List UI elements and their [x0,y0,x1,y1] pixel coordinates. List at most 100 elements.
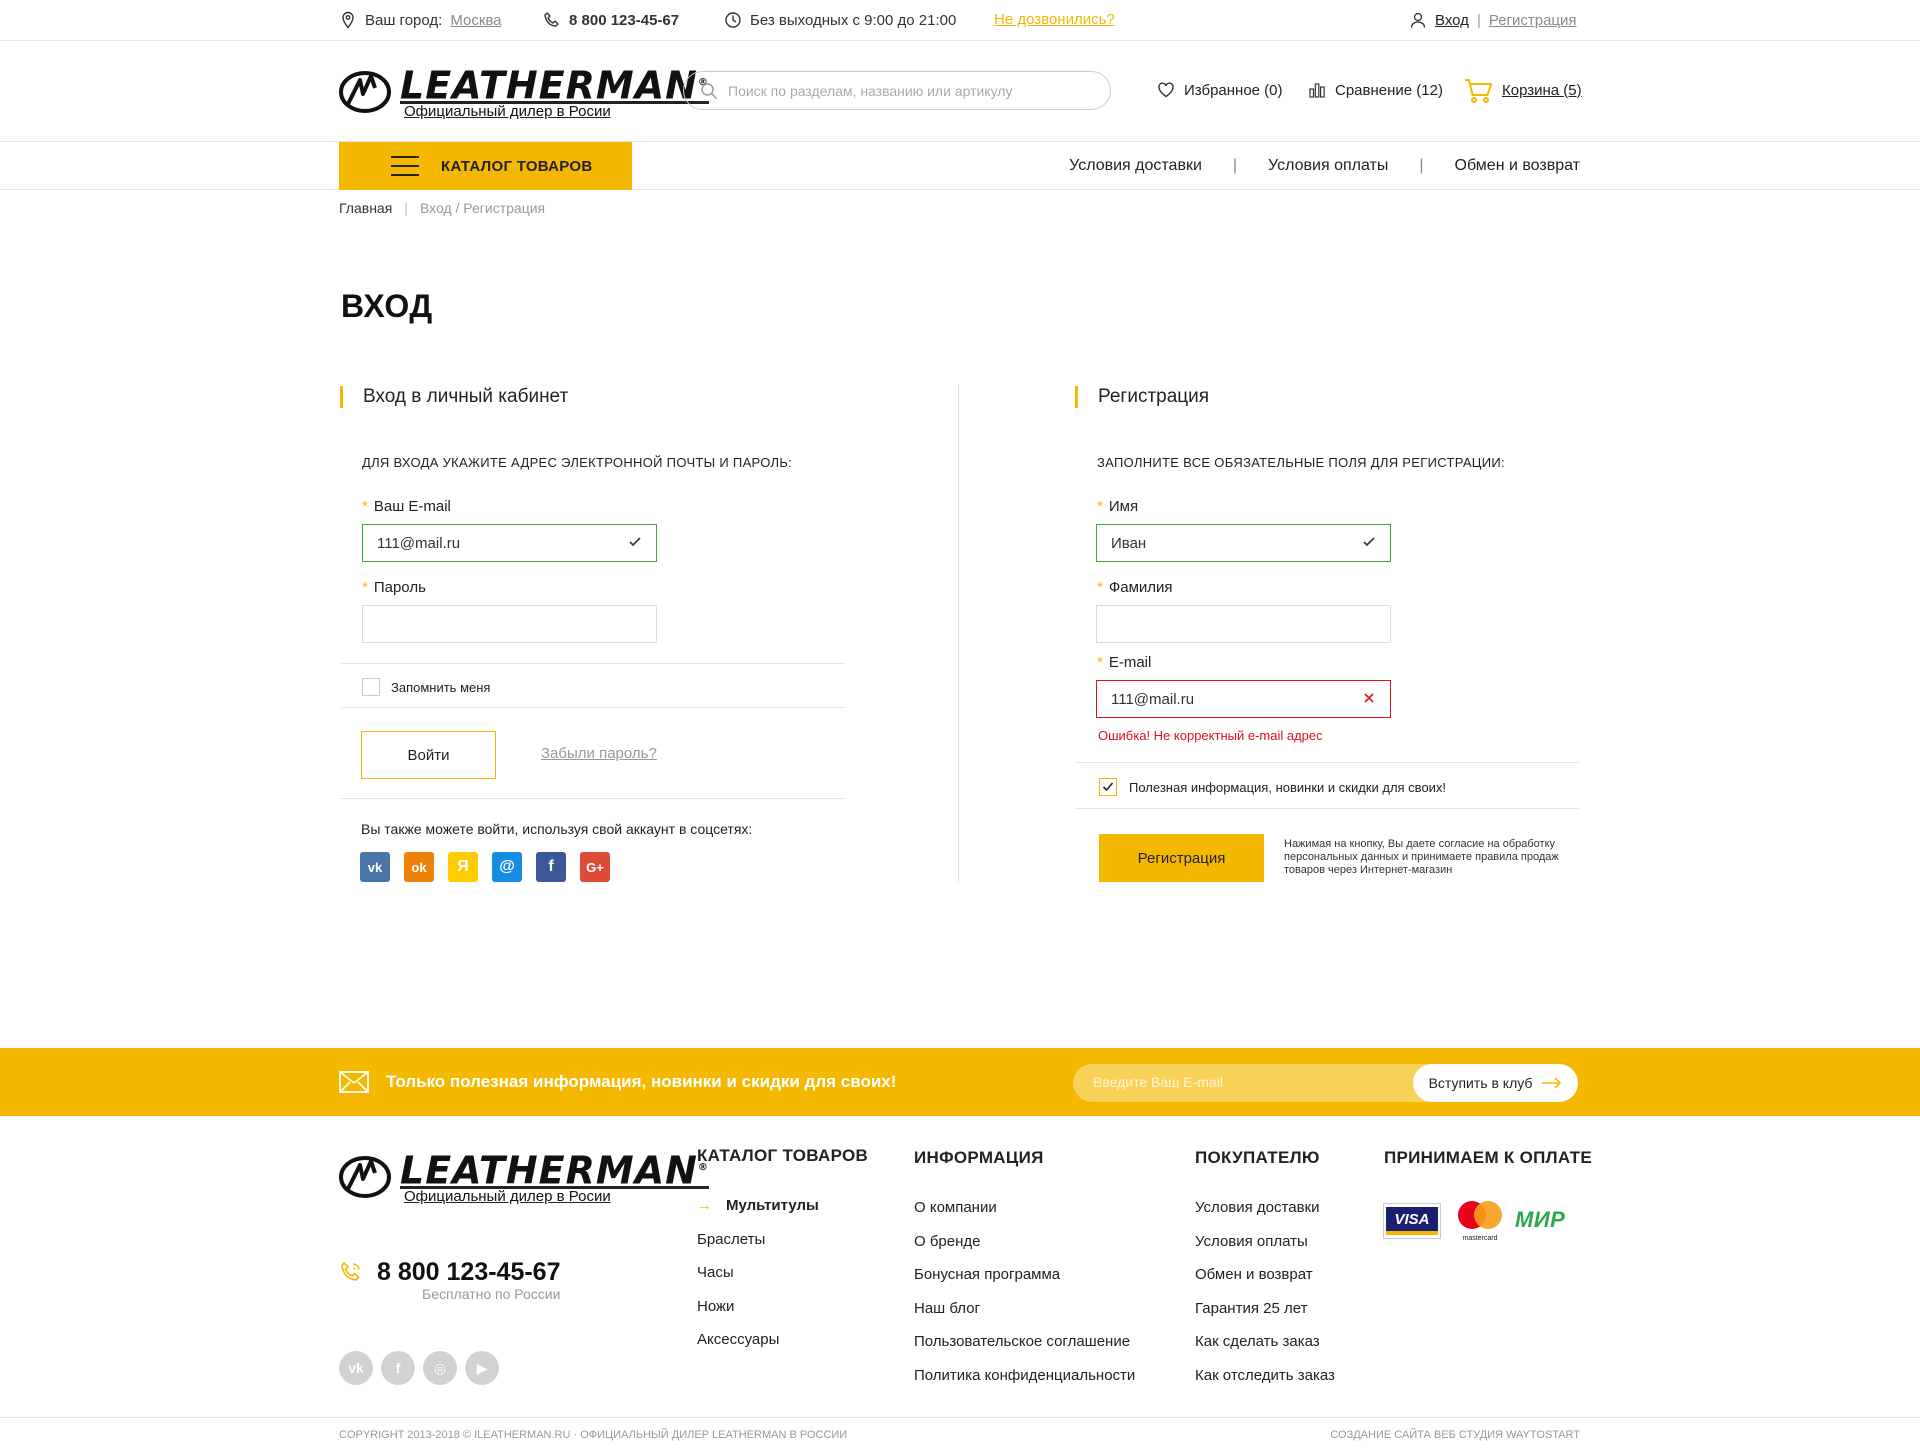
footer-info-link[interactable]: Бонусная программа [914,1266,1060,1283]
work-hours: Без выходных с 9:00 до 21:00 [724,11,956,29]
newsletter-email-input[interactable] [1093,1074,1393,1090]
divider [1075,808,1579,809]
odnoklassniki-icon[interactable]: ok [404,852,434,882]
required-mark: * [362,579,368,596]
footer-buyer-link[interactable]: Обмен и возврат [1195,1266,1313,1283]
login-password-label-text: Пароль [373,579,426,596]
footer-catalog-link[interactable]: Часы [697,1264,734,1281]
logo-wordmark: LEATHERMAN [400,63,698,108]
login-email-label: * Ваш E-mail [362,498,451,515]
favorites-label: Избранное (0) [1184,81,1283,99]
nav-separator: | [1419,157,1424,174]
register-submit-button[interactable]: Регистрация [1099,834,1264,882]
breadcrumb-home[interactable]: Главная [339,200,392,216]
register-name-input[interactable] [1111,534,1351,552]
copyright-text: COPYRIGHT 2013-2018 © ILEATHERMAN.RU · О… [339,1429,848,1441]
vk-icon[interactable]: vk [339,1351,373,1385]
footer-info-link[interactable]: Политика конфиденциальности [914,1367,1135,1384]
favorites-link[interactable]: Избранное (0) [1157,81,1283,99]
info-nav: Условия доставки | Условия оплаты | Обме… [1069,142,1580,190]
newsletter-band: Только полезная информация, новинки и ск… [0,1048,1920,1116]
footer-catalog-link[interactable]: Браслеты [697,1231,765,1248]
main-nav: КАТАЛОГ ТОВАРОВ Условия доставки | Услов… [0,142,1920,190]
youtube-icon[interactable]: ▶ [465,1351,499,1385]
footer-info-link[interactable]: О компании [914,1199,997,1216]
cart-link[interactable]: Корзина (5) [1463,75,1582,105]
social-login-hint: Вы также можете войти, используя свой ак… [361,821,753,837]
login-password-input[interactable] [377,615,617,633]
footer-info-title: ИНФОРМАЦИЯ [914,1148,1044,1167]
nav-delivery[interactable]: Условия доставки [1069,157,1202,175]
footer-phone[interactable]: 8 800 123-45-67 [377,1258,560,1287]
nav-payment[interactable]: Условия оплаты [1268,157,1388,175]
newsletter-form: Вступить в клуб [1073,1064,1578,1102]
top-phone[interactable]: 8 800 123-45-67 [543,11,679,29]
footer-buyer-title: ПОКУПАТЕЛЮ [1195,1148,1320,1167]
breadcrumb-separator: | [404,200,408,216]
city-label: Ваш город: [365,11,443,29]
mastercard-logo: mastercard [1453,1200,1507,1242]
instagram-icon[interactable]: ◎ [423,1351,457,1385]
error-cross-icon [1364,693,1374,703]
search-icon[interactable] [700,82,718,100]
heart-icon [1158,82,1174,98]
footer-info-link[interactable]: Пользовательское соглашение [914,1333,1130,1350]
forgot-password-link[interactable]: Забыли пароль? [541,745,657,762]
nav-returns[interactable]: Обмен и возврат [1455,157,1580,175]
google-plus-icon[interactable]: G+ [580,852,610,882]
login-email-field [362,524,657,562]
login-email-input[interactable] [377,534,617,552]
page-title: ВХОД [341,288,433,324]
join-club-button[interactable]: Вступить в клуб [1413,1064,1578,1102]
callback-link[interactable]: Не дозвонились? [994,11,1115,28]
compare-link[interactable]: Сравнение (12) [1308,81,1443,99]
vk-icon[interactable]: vk [360,852,390,882]
remember-me-checkbox[interactable] [362,678,380,696]
register-name-field [1096,524,1391,562]
footer-catalog-link[interactable]: Ножи [697,1298,734,1315]
register-link[interactable]: Регистрация [1489,12,1577,29]
register-surname-input[interactable] [1111,615,1351,633]
newsletter-checkbox[interactable] [1099,778,1117,796]
checkbox-check-icon [1102,782,1114,792]
required-mark: * [1097,498,1103,515]
visa-logo-mark: VISA [1386,1207,1438,1235]
footer-catalog-link[interactable]: Аксессуары [697,1331,779,1348]
footer-buyer-link[interactable]: Гарантия 25 лет [1195,1300,1307,1317]
register-email-input[interactable] [1111,690,1351,708]
register-section-title: Регистрация [1075,386,1209,408]
location-pin-icon [342,11,354,29]
arrow-right-icon [1542,1077,1562,1089]
remember-me-label: Запомнить меня [391,680,491,695]
footer-payment-title: ПРИНИМАЕМ К ОПЛАТЕ [1384,1148,1592,1167]
footer-buyer-link[interactable]: Условия оплаты [1195,1233,1308,1250]
cart-icon [1465,79,1492,103]
top-bar: Ваш город: Москва 8 800 123-45-67 Без вы… [0,0,1920,41]
facebook-icon[interactable]: f [381,1351,415,1385]
footer-logo[interactable]: LEATHERMAN® Официальный дилер в Росии [338,1150,709,1204]
login-link[interactable]: Вход [1435,12,1469,29]
compare-label: Сравнение (12) [1335,81,1443,99]
studio-credit-link[interactable]: СОЗДАНИЕ САЙТА ВЕБ СТУДИЯ WAYTOSTART [1330,1429,1580,1441]
footer-info-link[interactable]: Наш блог [914,1300,980,1317]
city-link[interactable]: Москва [450,12,501,29]
breadcrumb-current: Вход / Регистрация [419,200,546,216]
footer-buyer-link[interactable]: Как отследить заказ [1195,1367,1335,1384]
mailru-icon[interactable]: @ [492,852,522,882]
newsletter-label: Полезная информация, новинки и скидки дл… [1129,780,1447,795]
facebook-icon[interactable]: f [536,852,566,882]
site-logo[interactable]: LEATHERMAN® Официальный дилер в Росии [338,65,709,119]
footer-info-link[interactable]: О бренде [914,1233,981,1250]
footer-buyer-link[interactable]: Как сделать заказ [1195,1333,1320,1350]
mastercard-circles-icon [1458,1201,1502,1229]
catalog-button[interactable]: КАТАЛОГ ТОВАРОВ [339,142,632,190]
search-input[interactable] [728,82,1088,99]
footer-buyer-link[interactable]: Условия доставки [1195,1199,1319,1216]
footer-catalog-link[interactable]: Мультитулы [726,1197,819,1214]
login-submit-button[interactable]: Войти [361,731,496,779]
account-links: Вход | Регистрация [1409,11,1577,29]
required-mark: * [1097,579,1103,596]
work-hours-text: Без выходных с 9:00 до 21:00 [750,11,957,29]
yandex-icon[interactable]: Я [448,852,478,882]
account-divider: | [1476,11,1481,29]
